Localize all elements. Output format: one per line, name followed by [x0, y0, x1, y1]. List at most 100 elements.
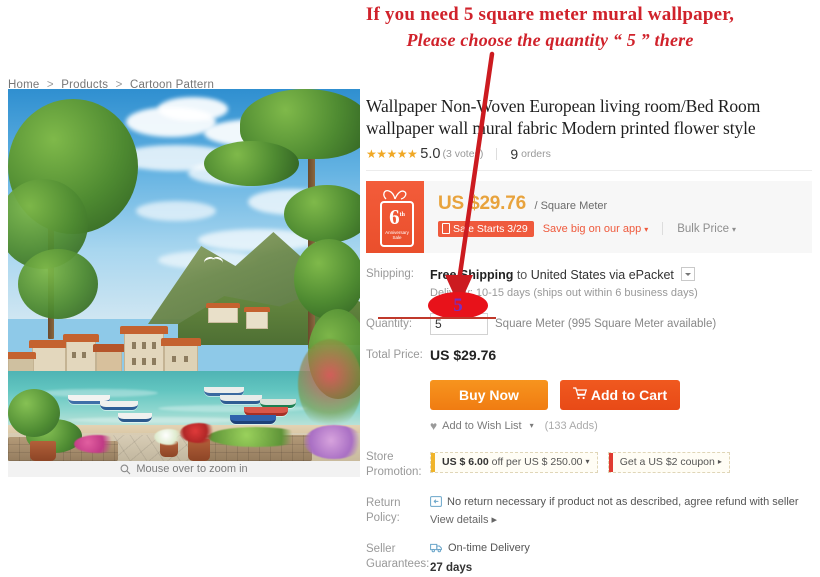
- cloud: [136, 201, 216, 221]
- price-box: 6th Anniversary Sale US $29.76 / Square M…: [366, 180, 812, 253]
- boat: [230, 415, 276, 424]
- chevron-right-icon[interactable]: ▸: [718, 456, 722, 468]
- divider: [662, 222, 664, 236]
- badge-ordinal: th: [399, 212, 405, 219]
- price-unit: / Square Meter: [534, 199, 608, 212]
- orders-label: orders: [521, 147, 551, 160]
- breadcrumb-separator: >: [46, 79, 54, 91]
- heart-icon: ♥: [430, 418, 438, 433]
- shopping-cart-icon: [572, 386, 587, 403]
- add-to-cart-button[interactable]: Add to Cart: [560, 379, 680, 410]
- orders-count: 9: [510, 145, 519, 162]
- magnifier-icon: [120, 464, 131, 475]
- zoom-hint[interactable]: Mouse over to zoom in: [8, 461, 360, 477]
- promo-chip-discount[interactable]: US $ 6.00 off per US $ 250.00 ▾: [430, 451, 598, 473]
- tree: [18, 249, 98, 319]
- return-box-icon: [430, 495, 442, 512]
- badge-phone-frame: 6th Anniversary Sale: [380, 200, 414, 247]
- total-price-row: Total Price: US $29.76: [366, 345, 812, 366]
- product-main-image[interactable]: [8, 89, 360, 461]
- app-save-dropdown[interactable]: Save big on our app ▾: [543, 223, 648, 235]
- breadcrumb-item-products[interactable]: Products: [61, 79, 108, 91]
- chevron-down-icon[interactable]: ▾: [530, 421, 534, 430]
- shipping-row: Shipping: Free Shipping to United States…: [366, 266, 812, 302]
- bulk-price-label: Bulk Price: [677, 222, 729, 235]
- return-policy-value: No return necessary if product not as de…: [430, 495, 799, 529]
- wishlist-row[interactable]: ♥ Add to Wish List ▾ (133 Adds): [430, 419, 812, 433]
- boat: [100, 401, 138, 410]
- villa-roof: [244, 307, 270, 312]
- sale-starts-tag[interactable]: Sale Starts 3/29: [438, 220, 534, 237]
- flowers: [298, 339, 360, 429]
- action-buttons: Buy Now Add to Cart: [430, 379, 812, 410]
- chevron-down-icon[interactable]: [681, 266, 696, 281]
- shipping-destination[interactable]: United States via ePacket: [531, 268, 674, 282]
- promo-chip-coupon[interactable]: Get a US $2 coupon ▸: [607, 451, 730, 473]
- anniversary-sale-badge-icon[interactable]: 6th Anniversary Sale: [366, 180, 424, 253]
- flowers: [208, 427, 304, 447]
- badge-subtitle: Anniversary Sale: [385, 230, 409, 241]
- product-detail-panel: Wallpaper Non-Woven European living room…: [366, 95, 812, 577]
- annotation-line-2: Please choose the quantity “ 5 ” there: [406, 30, 694, 51]
- seagull-icon: [204, 257, 224, 266]
- wishlist-count: (133 Adds): [544, 419, 598, 432]
- add-to-cart-label: Add to Cart: [590, 386, 668, 403]
- price-amount: US $29.76: [438, 192, 526, 214]
- rating-row: ★★★★★ 5.0 (3 votes) 9 orders: [366, 146, 812, 171]
- seller-guarantees-value: On-time Delivery 27 days: [430, 541, 530, 577]
- guarantee-text: On-time Delivery: [448, 541, 530, 554]
- buy-now-button[interactable]: Buy Now: [430, 379, 548, 410]
- return-policy-label: Return Policy:: [366, 496, 401, 525]
- store-promotion-chips: US $ 6.00 off per US $ 250.00 ▾ Get a US…: [430, 451, 737, 478]
- return-policy-line: No return necessary if product not as de…: [430, 495, 799, 512]
- ribbon-icon: [383, 189, 407, 200]
- chevron-down-icon: ▾: [731, 224, 736, 234]
- promo-discount-amount: US $ 6.00: [442, 455, 489, 468]
- chevron-down-icon[interactable]: ▾: [586, 456, 590, 468]
- promo-discount-rest: off per US $ 250.00: [491, 455, 583, 468]
- badge-number: 6th: [389, 205, 405, 230]
- mobile-phone-icon: [442, 223, 450, 235]
- cloud: [158, 97, 228, 121]
- shipping-label: Shipping:: [366, 267, 414, 280]
- price-line: US $29.76 / Square Meter: [438, 193, 812, 215]
- bush: [8, 389, 60, 437]
- store-promotion-row: Store Promotion: US $ 6.00 off per US $ 2…: [366, 449, 812, 481]
- breadcrumb-item-home[interactable]: Home: [8, 79, 39, 91]
- shipping-main-line: Free Shipping to United States via ePack…: [430, 266, 698, 284]
- tree: [284, 185, 360, 243]
- wishlist-label: Add to Wish List: [442, 419, 522, 432]
- tree: [204, 141, 299, 186]
- flowers: [74, 435, 120, 453]
- rating-stars-icon[interactable]: ★★★★★: [366, 147, 418, 161]
- promo-coupon-text: Get a US $2 coupon: [619, 455, 715, 468]
- return-policy-text: No return necessary if product not as de…: [447, 495, 799, 508]
- delivery-truck-icon: [430, 541, 443, 558]
- breadcrumb: Home > Products > Cartoon Pattern: [8, 79, 214, 91]
- page-title: Wallpaper Non-Woven European living room…: [366, 96, 761, 139]
- shipping-value: Free Shipping to United States via ePack…: [430, 266, 698, 302]
- free-shipping-text: Free Shipping: [430, 267, 514, 282]
- tree: [294, 239, 360, 319]
- rating-votes[interactable]: (3 votes): [442, 148, 483, 160]
- app-save-label: Save big on our app: [542, 222, 642, 235]
- total-price-value-wrap: US $29.76: [430, 345, 496, 366]
- breadcrumb-separator: >: [115, 79, 123, 91]
- price-info: US $29.76 / Square Meter Sale Starts 3/2…: [424, 181, 812, 253]
- bulk-price-dropdown[interactable]: Bulk Price ▾: [677, 223, 736, 235]
- annotation-line-1: If you need 5 square meter mural wallpap…: [365, 4, 735, 25]
- divider: [496, 147, 498, 160]
- view-details-link[interactable]: View details ▸: [430, 513, 799, 529]
- flowers: [180, 423, 218, 443]
- annotation-underline: [378, 317, 496, 319]
- breadcrumb-item-cartoon-pattern[interactable]: Cartoon Pattern: [130, 79, 214, 91]
- price-sub-row: Sale Starts 3/29 Save big on our app ▾ Bu…: [438, 220, 812, 237]
- zoom-hint-label: Mouse over to zoom in: [136, 463, 248, 475]
- sale-tag-label: Sale Starts 3/29: [453, 222, 528, 235]
- annotation-headline: If you need 5 square meter mural wallpap…: [290, 2, 810, 53]
- delivery-estimate: Delivery: 10-15 days (ships out within 6…: [430, 286, 698, 299]
- shipping-to-text: to: [516, 267, 528, 282]
- boat: [118, 413, 152, 422]
- guarantee-days: 27 days: [430, 562, 473, 575]
- seller-guarantees-label: Seller Guarantees:: [366, 542, 430, 571]
